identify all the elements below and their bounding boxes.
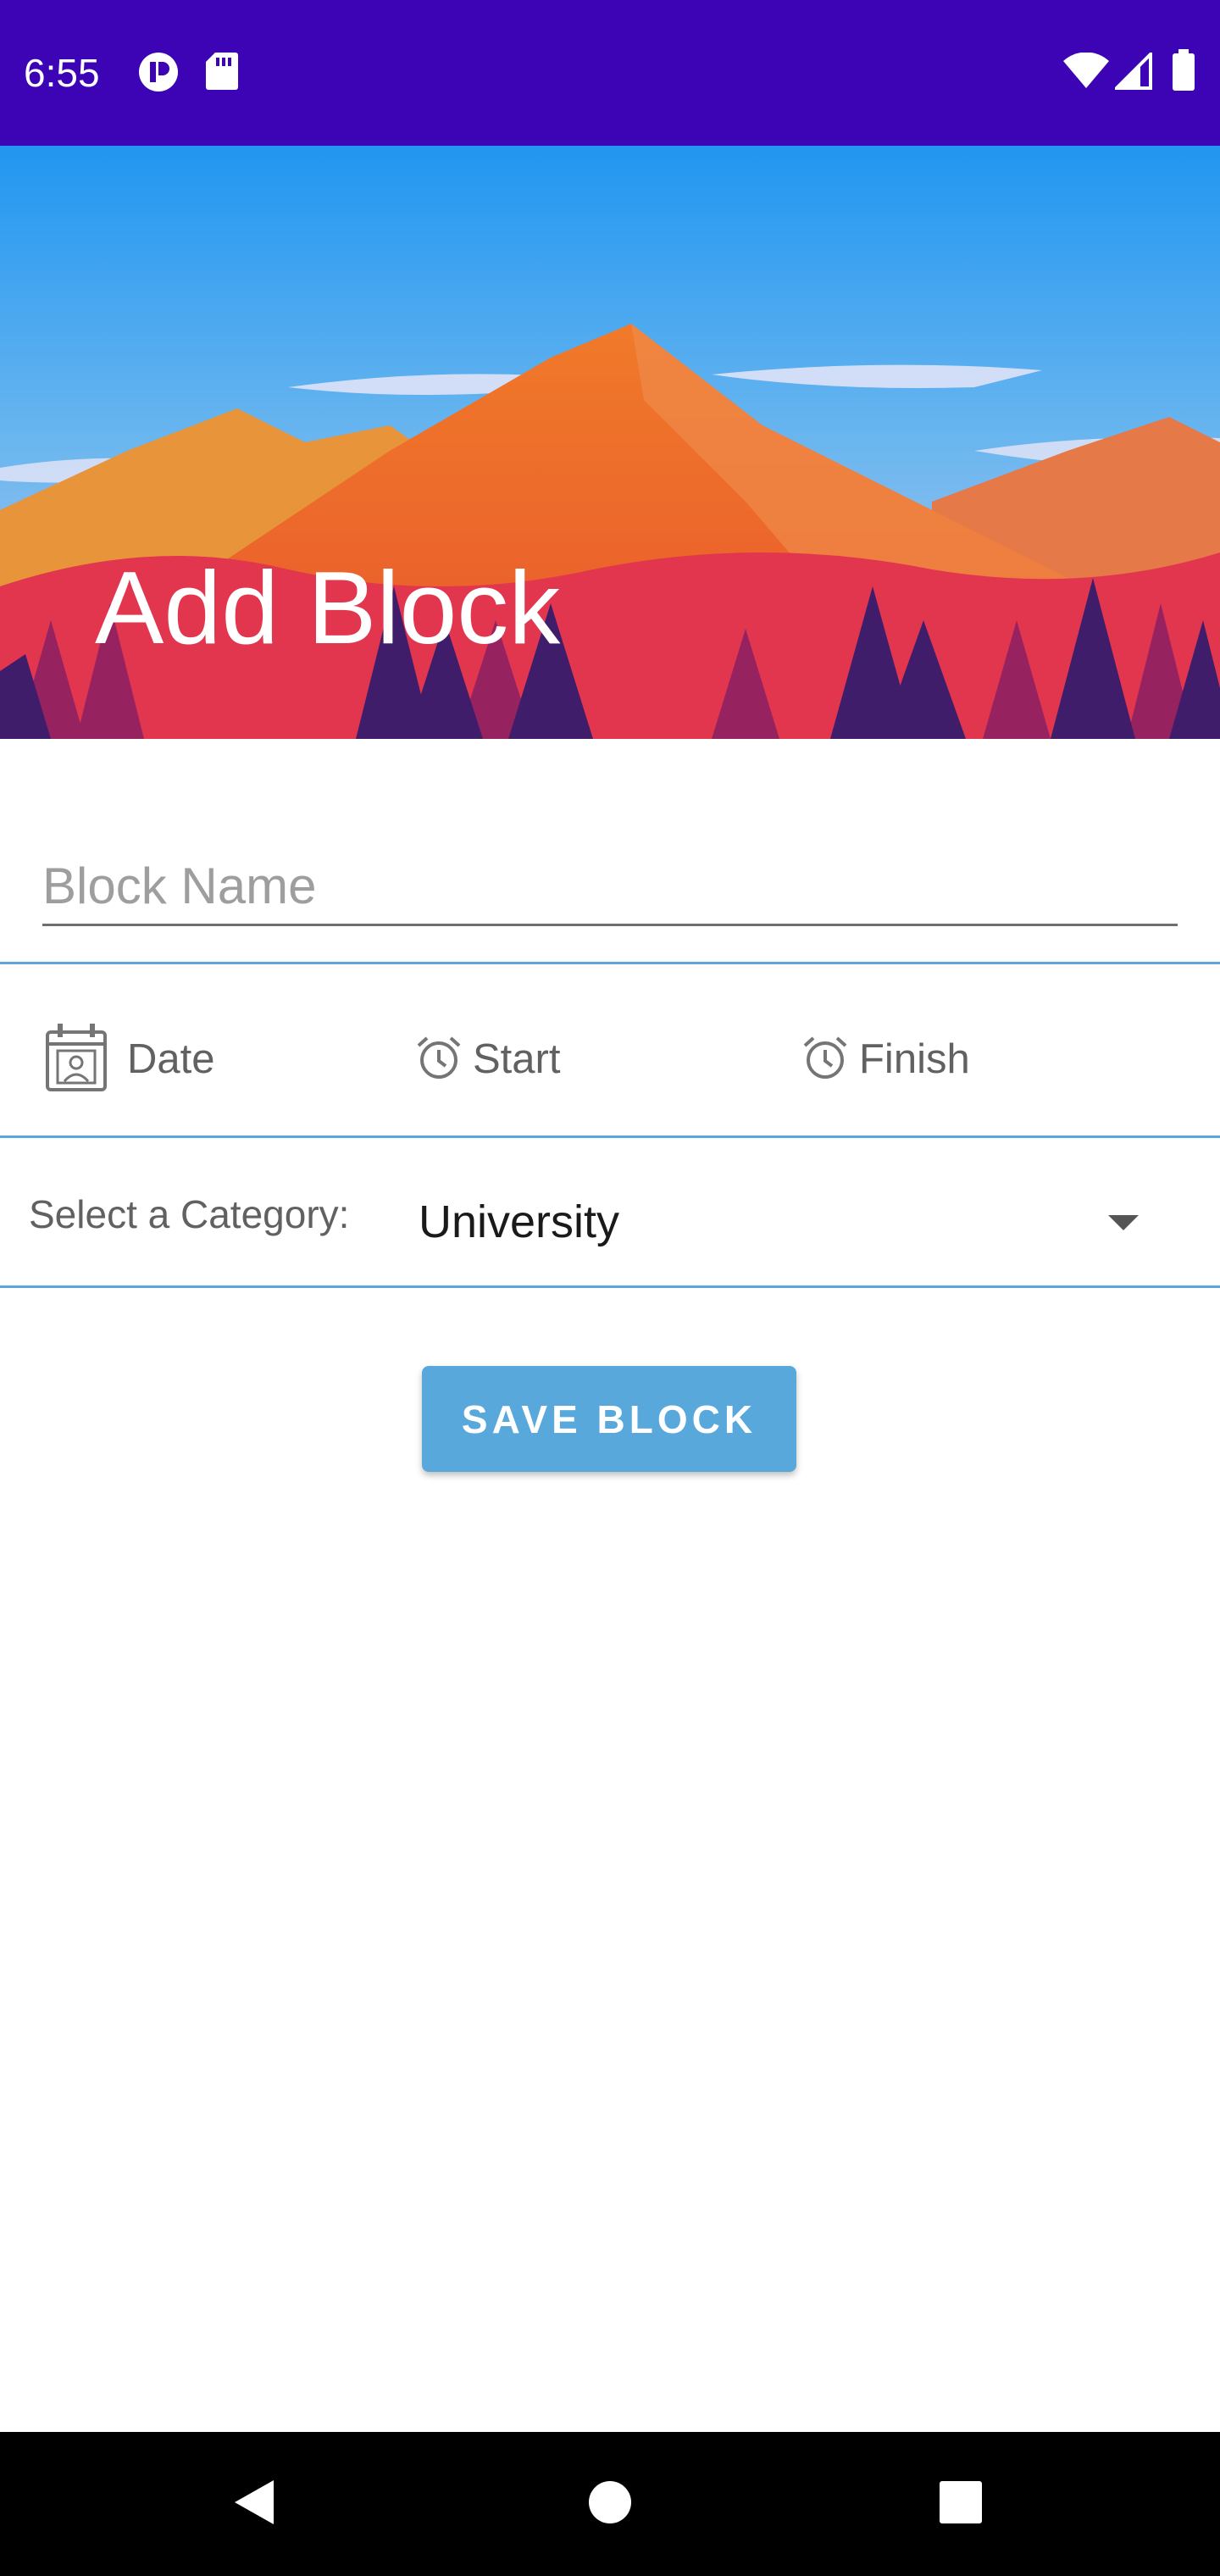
category-label: Select a Category:: [29, 1192, 350, 1236]
start-label: Start: [473, 1036, 561, 1082]
calendar-icon: [44, 1022, 108, 1097]
date-picker[interactable]: Date: [44, 1021, 215, 1097]
status-time: 6:55: [24, 51, 100, 95]
status-bar: 6:55: [0, 0, 1220, 146]
recents-button[interactable]: [876, 2432, 1045, 2576]
sd-card-icon: [205, 51, 239, 96]
category-selected-value: University: [419, 1196, 620, 1247]
wifi-icon: [1062, 52, 1110, 94]
divider: [0, 1135, 1220, 1138]
navigation-bar: [0, 2432, 1220, 2576]
category-dropdown[interactable]: University: [419, 1181, 1181, 1263]
alarm-clock-icon: [801, 1034, 849, 1085]
finish-label: Finish: [859, 1036, 970, 1082]
header-banner: Add Block: [0, 146, 1220, 739]
cellular-signal-icon: [1112, 50, 1152, 94]
start-time-picker[interactable]: Start: [415, 1021, 560, 1097]
home-icon: [587, 2479, 633, 2529]
save-block-button[interactable]: SAVE BLOCK: [422, 1366, 796, 1472]
divider: [0, 1285, 1220, 1288]
home-button[interactable]: [525, 2432, 695, 2576]
divider: [0, 962, 1220, 964]
finish-time-picker[interactable]: Finish: [801, 1021, 970, 1097]
back-icon: [231, 2477, 277, 2532]
recents-icon: [938, 2479, 984, 2529]
dropdown-arrow-icon: [1106, 1213, 1140, 1236]
page-title: Add Block: [95, 550, 561, 665]
date-label: Date: [127, 1036, 215, 1082]
battery-icon: [1171, 49, 1196, 96]
add-block-screen: 6:55 Add Block Block Name Date Start Fin…: [0, 0, 1220, 2576]
back-button[interactable]: [169, 2432, 339, 2576]
block-name-input[interactable]: [42, 847, 1178, 926]
app-notification-icon: [137, 51, 180, 97]
alarm-clock-icon: [415, 1034, 463, 1085]
